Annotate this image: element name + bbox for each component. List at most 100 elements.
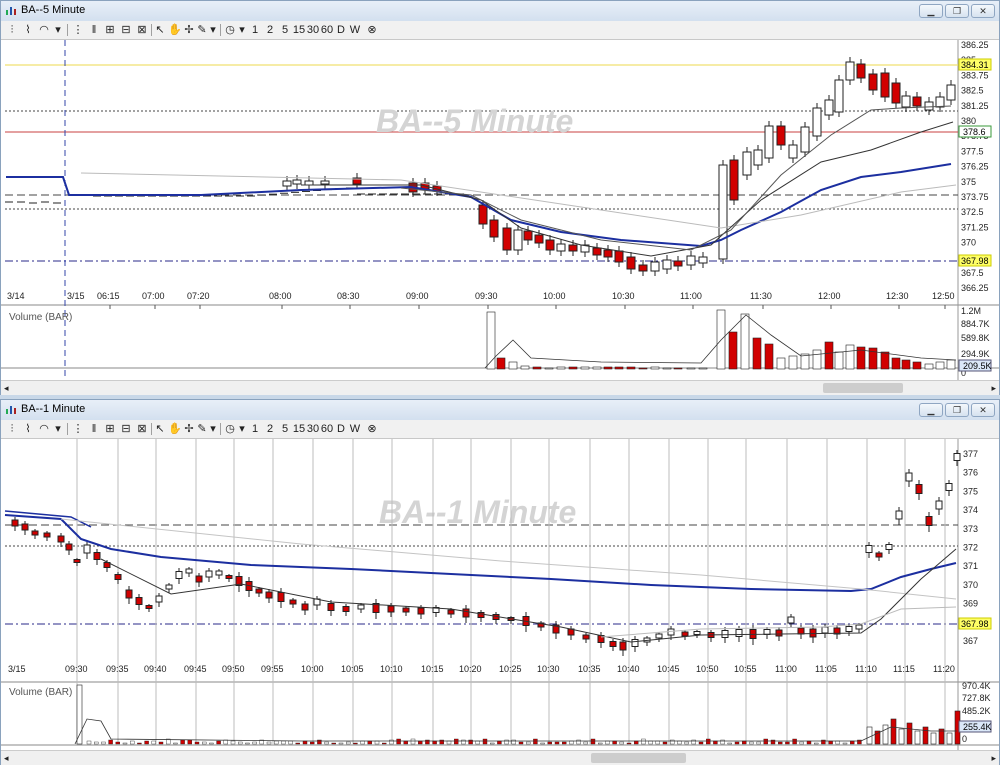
line-chart-icon[interactable]: ⌇ xyxy=(21,23,35,37)
interval-1[interactable]: 1 xyxy=(250,422,260,436)
time-label: 11:00 xyxy=(775,664,797,674)
minimize-button[interactable]: ▁ xyxy=(919,4,943,18)
restore-button[interactable]: ❐ xyxy=(945,403,969,417)
volume-bar xyxy=(850,740,855,745)
time-label: 08:30 xyxy=(337,291,360,301)
scroll-thumb[interactable] xyxy=(591,753,686,763)
interval-1[interactable]: 1 xyxy=(250,23,260,37)
zoom-out-icon[interactable]: ⊟ xyxy=(119,23,133,37)
minimize-button[interactable]: ▁ xyxy=(919,403,943,417)
candle-body xyxy=(946,84,956,101)
scroll-thumb[interactable] xyxy=(823,383,903,393)
columns-icon[interactable]: ‖ xyxy=(87,23,101,37)
interval-2[interactable]: 2 xyxy=(265,422,275,436)
scroll-left-icon[interactable]: ◂ xyxy=(4,381,9,395)
restore-button[interactable]: ❐ xyxy=(945,4,969,18)
bar-chart-icon[interactable]: ⫶ xyxy=(5,23,19,37)
price-tick-label: 380 xyxy=(961,116,976,126)
volume-bar xyxy=(821,739,826,745)
clock-icon[interactable]: ◷ xyxy=(223,23,237,37)
scroll-left-icon[interactable]: ◂ xyxy=(4,751,9,765)
interval-15[interactable]: 15 xyxy=(292,422,306,436)
volume-bar xyxy=(173,742,178,745)
layout-icon[interactable]: ⊠ xyxy=(135,422,149,436)
volume-bar xyxy=(673,367,683,370)
candle-body xyxy=(925,516,933,526)
volume-bar xyxy=(576,739,581,745)
area-chart-icon[interactable]: ◠ xyxy=(37,422,51,436)
horizontal-scrollbar[interactable]: ◂ ▸ xyxy=(1,380,999,395)
cursor-icon[interactable]: ↖ xyxy=(153,23,167,37)
volume-bar xyxy=(568,366,578,370)
chart-window-1min: BA--1 Minute ▁ ❐ ✕ ⫶ ⌇ ◠ ▾ ⋮ ‖ ⊞ ⊟ ⊠ ↖ ✋… xyxy=(0,399,1000,765)
clock-icon[interactable]: ◷ xyxy=(223,422,237,436)
chart-type-dropdown-icon[interactable]: ▾ xyxy=(53,422,63,436)
clock-dropdown-icon[interactable]: ▾ xyxy=(237,23,247,37)
interval-30[interactable]: 30 xyxy=(306,422,320,436)
interval-30[interactable]: 30 xyxy=(306,23,320,37)
cancel-icon[interactable]: ⊗ xyxy=(365,422,379,436)
price-tag-ref-label: 367.98 xyxy=(961,256,989,266)
price-chart-5min[interactable]: BA--5 Minute Volume (BAR) 386.25385383.7… xyxy=(1,40,999,382)
volume-bar xyxy=(785,741,790,745)
clock-dropdown-icon[interactable]: ▾ xyxy=(237,422,247,436)
drawing-tools-icon[interactable]: ⋮ xyxy=(71,422,85,436)
volume-bar xyxy=(655,740,660,745)
pencil-dropdown-icon[interactable]: ▾ xyxy=(208,23,218,37)
time-label: 11:10 xyxy=(855,664,877,674)
pan-hand-icon[interactable]: ✋ xyxy=(168,422,182,436)
title-bar[interactable]: BA--1 Minute ▁ ❐ ✕ xyxy=(1,400,999,421)
scroll-right-icon[interactable]: ▸ xyxy=(991,751,996,765)
volume-bar xyxy=(101,741,106,745)
volume-bar xyxy=(764,343,774,370)
bar-chart-icon[interactable]: ⫶ xyxy=(5,422,19,436)
pan-hand-icon[interactable]: ✋ xyxy=(168,23,182,37)
volume-bar xyxy=(490,742,495,745)
zoom-out-icon[interactable]: ⊟ xyxy=(119,422,133,436)
price-chart-1min[interactable]: BA--1 Minute Volume (BAR) 377 376 375 374 37… xyxy=(1,439,999,752)
interval-5[interactable]: 5 xyxy=(280,23,290,37)
crosshair-icon[interactable]: ✢ xyxy=(183,23,195,37)
interval-weekly[interactable]: W xyxy=(349,422,361,436)
time-label: 10:00 xyxy=(543,291,566,301)
area-chart-icon[interactable]: ◠ xyxy=(37,23,51,37)
crosshair-icon[interactable]: ✢ xyxy=(183,422,195,436)
volume-bar xyxy=(324,741,329,745)
interval-2[interactable]: 2 xyxy=(265,23,275,37)
volume-bar xyxy=(151,740,157,745)
close-button[interactable]: ✕ xyxy=(971,4,995,18)
volume-tick-label: 0 xyxy=(962,734,967,744)
line-chart-icon[interactable]: ⌇ xyxy=(21,422,35,436)
interval-weekly[interactable]: W xyxy=(349,23,361,37)
interval-5[interactable]: 5 xyxy=(280,422,290,436)
volume-bar xyxy=(866,726,873,745)
candle-body xyxy=(953,453,961,461)
time-label: 12:50 xyxy=(932,291,955,301)
volume-bar xyxy=(497,740,502,745)
interval-60[interactable]: 60 xyxy=(320,422,334,436)
scroll-right-icon[interactable]: ▸ xyxy=(991,381,996,395)
horizontal-scrollbar[interactable]: ◂ ▸ xyxy=(1,750,999,765)
interval-daily[interactable]: D xyxy=(336,422,346,436)
cancel-icon[interactable]: ⊗ xyxy=(365,23,379,37)
zoom-in-icon[interactable]: ⊞ xyxy=(103,422,117,436)
drawing-tools-icon[interactable]: ⋮ xyxy=(71,23,85,37)
time-label: 09:55 xyxy=(261,664,284,674)
volume-bar xyxy=(742,740,747,745)
candle-body xyxy=(73,559,81,563)
candle-body xyxy=(114,574,122,580)
interval-60[interactable]: 60 xyxy=(320,23,334,37)
chart-type-dropdown-icon[interactable]: ▾ xyxy=(53,23,63,37)
pencil-icon[interactable]: ✎ xyxy=(196,23,208,37)
layout-icon[interactable]: ⊠ xyxy=(135,23,149,37)
title-bar[interactable]: BA--5 Minute ▁ ❐ ✕ xyxy=(1,1,999,22)
close-button[interactable]: ✕ xyxy=(971,403,995,417)
pencil-dropdown-icon[interactable]: ▾ xyxy=(208,422,218,436)
zoom-in-icon[interactable]: ⊞ xyxy=(103,23,117,37)
volume-bar xyxy=(486,311,496,370)
pencil-icon[interactable]: ✎ xyxy=(196,422,208,436)
interval-daily[interactable]: D xyxy=(336,23,346,37)
columns-icon[interactable]: ‖ xyxy=(87,422,101,436)
interval-15[interactable]: 15 xyxy=(292,23,306,37)
cursor-icon[interactable]: ↖ xyxy=(153,422,167,436)
